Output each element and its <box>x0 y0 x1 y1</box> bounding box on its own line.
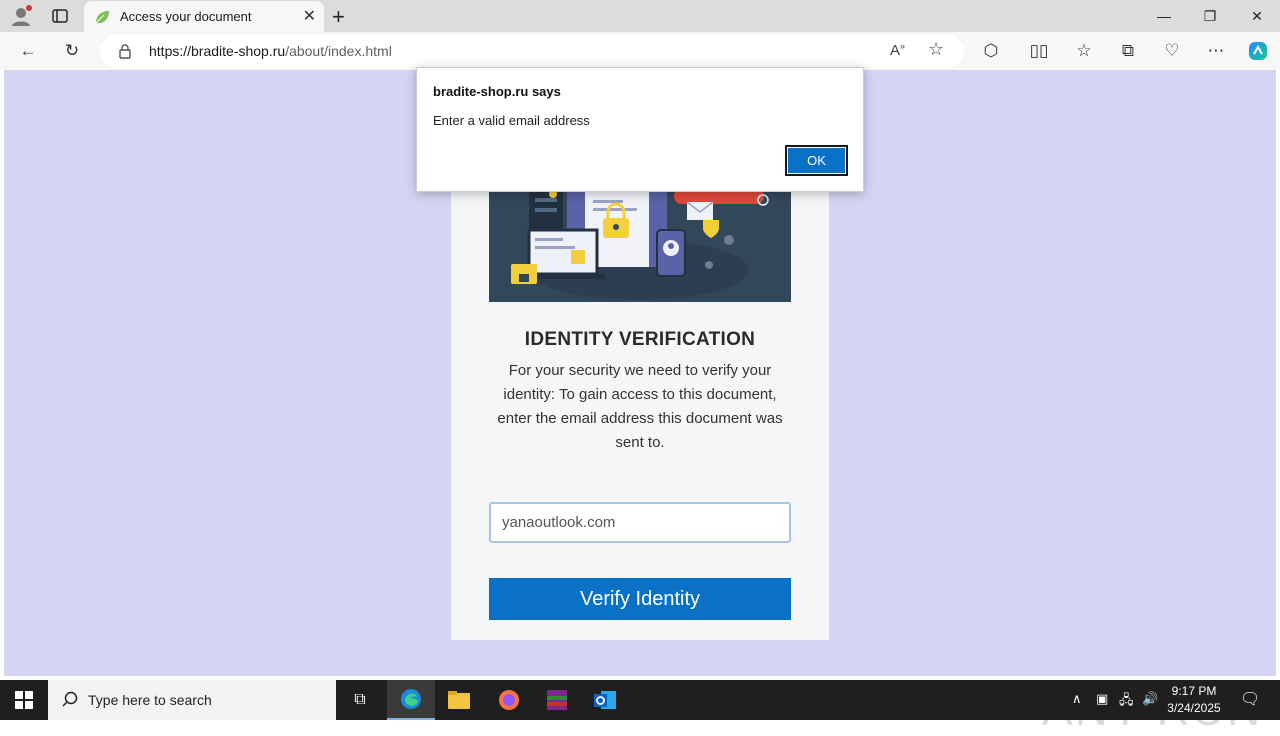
copilot-icon[interactable] <box>1246 39 1270 63</box>
alert-dialog: bradite-shop.ru says Enter a valid email… <box>416 67 864 192</box>
outlook-icon[interactable] <box>581 680 629 720</box>
restore-icon[interactable]: ❐ <box>1187 0 1233 32</box>
tab-actions-icon[interactable] <box>52 8 68 24</box>
volume-icon[interactable]: 🔊 <box>1142 691 1158 707</box>
page-title: IDENTITY VERIFICATION <box>524 329 756 350</box>
window-close-icon[interactable]: ✕ <box>1234 0 1280 32</box>
clock-time: 9:17 PM <box>1171 684 1217 698</box>
split-screen-icon[interactable]: ▯▯ <box>1027 39 1051 63</box>
clock-date: 3/24/2025 <box>1167 701 1221 715</box>
new-tab-icon[interactable]: + <box>332 4 345 30</box>
dialog-message: Enter a valid email address <box>433 113 590 128</box>
tab-strip: Access your document ✕ + — ❐ ✕ <box>0 0 1280 32</box>
favorite-star-icon[interactable]: ☆ <box>928 39 944 60</box>
dialog-title: bradite-shop.ru says <box>433 84 561 99</box>
tray-device-icon[interactable]: ▣ <box>1096 691 1108 707</box>
refresh-icon[interactable]: ↻ <box>60 39 84 63</box>
browser-toolbar: ← ↻ https://bradite-shop.ru/about/index.… <box>0 32 1280 70</box>
browser-essentials-icon[interactable]: ♡ <box>1160 39 1184 63</box>
edge-taskbar-icon[interactable] <box>387 680 435 720</box>
ok-button[interactable]: OK <box>785 145 848 176</box>
tab-title: Access your document <box>120 9 252 24</box>
address-bar[interactable]: https://bradite-shop.ru/about/index.html… <box>100 35 964 67</box>
notification-icon[interactable]: 🗨 <box>1240 689 1260 709</box>
start-button[interactable] <box>0 680 48 720</box>
extensions-icon[interactable]: ⬡ <box>979 39 1003 63</box>
search-icon <box>62 691 78 712</box>
minimize-icon[interactable]: — <box>1141 0 1187 32</box>
winrar-icon[interactable] <box>533 680 581 720</box>
read-aloud-icon[interactable]: A» <box>890 41 905 59</box>
profile-icon[interactable] <box>10 5 32 27</box>
email-input[interactable] <box>489 502 791 543</box>
task-view-icon[interactable]: ⧉ <box>336 680 384 720</box>
favorites-icon[interactable]: ☆ <box>1072 39 1096 63</box>
tab-close-icon[interactable]: ✕ <box>303 6 316 26</box>
collections-icon[interactable]: ⧉ <box>1116 39 1140 63</box>
network-icon[interactable]: 🖧 <box>1119 691 1134 713</box>
taskbar-clock[interactable]: 9:17 PM 3/24/2025 <box>1164 683 1224 717</box>
verify-identity-button[interactable]: Verify Identity <box>489 578 791 620</box>
firefox-icon[interactable] <box>485 680 533 720</box>
search-placeholder: Type here to search <box>88 692 212 708</box>
windows-taskbar: Type here to search ⧉ ∧ ▣ 🖧 🔊 9:17 PM 3/… <box>0 680 1280 720</box>
more-icon[interactable]: ⋯ <box>1204 39 1228 63</box>
url-text: https://bradite-shop.ru/about/index.html <box>149 43 392 59</box>
tray-chevron-icon[interactable]: ∧ <box>1072 691 1082 707</box>
taskbar-search-box[interactable]: Type here to search <box>48 680 336 720</box>
file-explorer-icon[interactable] <box>435 680 483 720</box>
lock-icon[interactable] <box>118 43 132 64</box>
tab-active[interactable]: Access your document ✕ <box>84 1 324 32</box>
leaf-favicon-icon <box>94 9 110 30</box>
back-icon[interactable]: ← <box>16 39 40 63</box>
verification-description: For your security we need to verify your… <box>497 362 783 451</box>
